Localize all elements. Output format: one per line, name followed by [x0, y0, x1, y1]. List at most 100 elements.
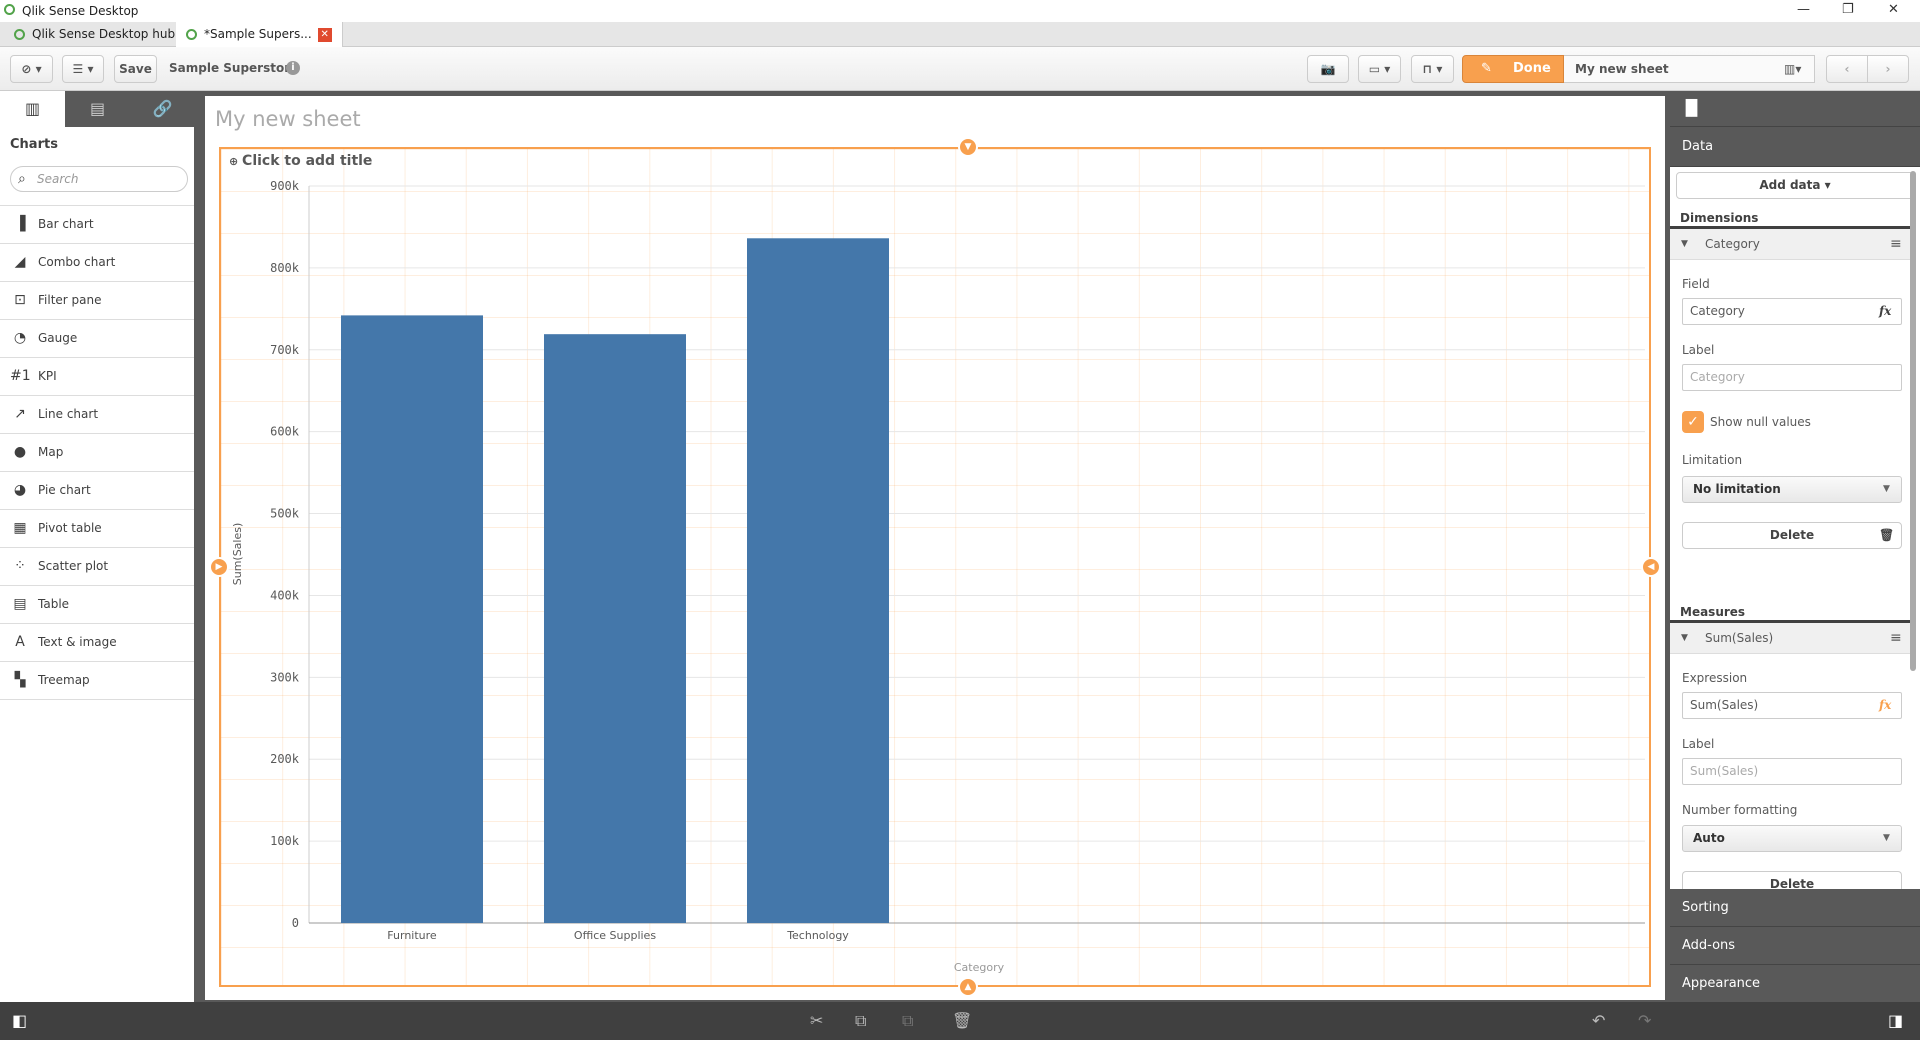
chart-item-label: Bar chart [38, 217, 94, 231]
y-tick-label: 0 [292, 916, 299, 930]
minimize-button[interactable]: — [1797, 2, 1810, 17]
tab-sample-superstore[interactable]: *Sample Supers... ✕ [176, 22, 343, 47]
dimension-label-input[interactable]: Category [1682, 364, 1902, 391]
chart-item-line-chart[interactable]: ↗ Line chart [0, 395, 194, 433]
measure-label-input[interactable]: Sum(Sales) [1682, 758, 1902, 785]
chart-item-pie-chart[interactable]: ◕ Pie chart [0, 471, 194, 509]
search-input[interactable]: ⌕ Search [10, 166, 188, 192]
delete-measure-button[interactable]: Delete [1682, 871, 1902, 889]
resize-handle-left[interactable]: ▶ [209, 557, 229, 577]
close-window-button[interactable]: ✕ [1888, 2, 1899, 17]
undo-icon[interactable]: ↶ [1592, 1011, 1605, 1030]
expression-input[interactable]: Sum(Sales) fx [1682, 692, 1902, 719]
tab-charts[interactable]: ▥ [0, 91, 65, 127]
redo-icon[interactable]: ↷ [1638, 1011, 1651, 1030]
measure-name: Sum(Sales) [1705, 631, 1774, 645]
bookmark-button[interactable]: ⊓ ▾ [1411, 55, 1454, 83]
divider [0, 699, 194, 700]
story-button[interactable]: ▭ ▾ [1358, 55, 1401, 83]
chart-item-gauge[interactable]: ◔ Gauge [0, 319, 194, 357]
caret-down-icon: ▼ [1883, 833, 1890, 843]
appearance-section[interactable]: Appearance [1670, 965, 1920, 1002]
add-data-button[interactable]: Add data ▾ [1676, 172, 1914, 199]
copy-icon[interactable]: ⧉ [855, 1011, 866, 1031]
chart-item-label: Map [38, 445, 64, 459]
chart-item-map[interactable]: ● Map [0, 433, 194, 471]
dimension-category-header[interactable]: ▼ Category ≡ [1670, 226, 1912, 260]
search-placeholder: Search [37, 172, 79, 186]
tab-label: Qlik Sense Desktop hub [32, 27, 176, 41]
y-tick-label: 500k [270, 507, 300, 521]
delete-dimension-button[interactable]: Delete 🗑 [1682, 522, 1902, 549]
chart-item-text-image[interactable]: A Text & image [0, 623, 194, 661]
measure-sum-sales-header[interactable]: ▼ Sum(Sales) ≡ [1670, 620, 1912, 654]
label-label: Label [1682, 343, 1715, 357]
done-button[interactable]: ✎ Done [1462, 55, 1564, 83]
restore-button[interactable]: ❐ [1842, 2, 1854, 17]
global-menu-button[interactable]: ☰ ▾ [62, 55, 104, 83]
sheets-icon[interactable]: ▥▾ [1784, 56, 1801, 82]
chart-item-bar-chart[interactable]: ▐ Bar chart [0, 205, 194, 243]
delete-label: Delete [1769, 528, 1815, 542]
navigation-menu-button[interactable]: ⊘ ▾ [10, 55, 53, 83]
chart-item-kpi[interactable]: #1 KPI [0, 357, 194, 395]
chart-item-table[interactable]: ▤ Table [0, 585, 194, 623]
previous-sheet-button[interactable]: ‹ [1826, 55, 1868, 83]
line-chart-icon: ↗ [14, 406, 26, 422]
delete-icon[interactable]: 🗑 [952, 1011, 972, 1030]
properties-panel: ▐▌ Data Add data ▾ Dimensions ▼ Category ≡… [1670, 91, 1920, 1002]
x-tick-label: Technology [786, 929, 849, 942]
trash-icon: 🗑 [1879, 528, 1895, 542]
charts-heading: Charts [10, 137, 58, 152]
resize-handle-bottom[interactable]: ▲ [958, 977, 978, 997]
resize-handle-top[interactable]: ▼ [958, 137, 978, 157]
drag-handle-icon[interactable]: ≡ [1890, 623, 1902, 653]
number-formatting-value: Auto [1693, 831, 1725, 845]
close-tab-button[interactable]: ✕ [317, 27, 332, 42]
show-null-checkbox[interactable]: ✓ [1682, 411, 1704, 433]
map-icon: ● [13, 444, 27, 460]
chart-item-combo-chart[interactable]: ◢ Combo chart [0, 243, 194, 281]
fx-icon[interactable]: fx [1879, 299, 1891, 324]
limitation-select[interactable]: No limitation ▼ [1682, 476, 1902, 503]
chart-item-label: Text & image [38, 635, 117, 649]
caret-down-icon: ▼ [1883, 484, 1890, 494]
toggle-left-panel-icon[interactable]: ◧ [12, 1011, 27, 1030]
snapshot-button[interactable]: 📷 [1307, 55, 1349, 83]
number-formatting-select[interactable]: Auto ▼ [1682, 825, 1902, 852]
toggle-right-panel-icon[interactable]: ◨ [1888, 1011, 1903, 1030]
tab-fields[interactable]: ▤ [65, 91, 130, 127]
data-section-header[interactable]: Data [1670, 127, 1920, 167]
addons-section[interactable]: Add-ons [1670, 927, 1920, 965]
fx-icon[interactable]: fx [1879, 693, 1891, 718]
save-button[interactable]: Save [114, 55, 157, 83]
bar-chart-icon: ▥ [24, 99, 41, 118]
chart-item-scatter-plot[interactable]: ⁘ Scatter plot [0, 547, 194, 585]
y-tick-label: 600k [270, 425, 300, 439]
y-tick-label: 700k [270, 343, 300, 357]
field-input[interactable]: Category fx [1682, 298, 1902, 325]
delete-label: Delete [1769, 877, 1815, 889]
drag-handle-icon[interactable]: ≡ [1890, 229, 1902, 259]
next-sheet-button[interactable]: › [1867, 55, 1909, 83]
scrollbar[interactable] [1910, 171, 1916, 671]
bar-chart-object[interactable]: ⊕ Click to add title 0 100k 200k 300k 400k 50… [219, 147, 1651, 987]
y-tick-label: 800k [270, 261, 300, 275]
text-image-icon: A [15, 634, 25, 650]
paste-icon[interactable]: ⧉ [902, 1011, 913, 1031]
qlik-logo-icon [186, 29, 197, 40]
tab-hub[interactable]: Qlik Sense Desktop hub [4, 24, 187, 47]
list-icon: ▤ [89, 99, 106, 118]
sheet-name-field[interactable]: My new sheet ▥▾ [1564, 55, 1815, 83]
sheet-title[interactable]: My new sheet [215, 107, 361, 131]
resize-handle-right[interactable]: ◀ [1641, 557, 1661, 577]
chart-item-pivot-table[interactable]: ▦ Pivot table [0, 509, 194, 547]
chart-item-filter-pane[interactable]: ⊡ Filter pane [0, 281, 194, 319]
tab-master-items[interactable]: 🔗 [130, 91, 195, 127]
sheet-area: My new sheet ⊕ Click to add title 0 100k 2… [200, 91, 1670, 1002]
cut-icon[interactable]: ✂ [810, 1011, 823, 1030]
chart-item-label: Table [38, 597, 70, 611]
sorting-section[interactable]: Sorting [1670, 889, 1920, 927]
chart-item-treemap[interactable]: ▚ Treemap [0, 661, 194, 699]
info-icon[interactable]: i [286, 61, 300, 75]
